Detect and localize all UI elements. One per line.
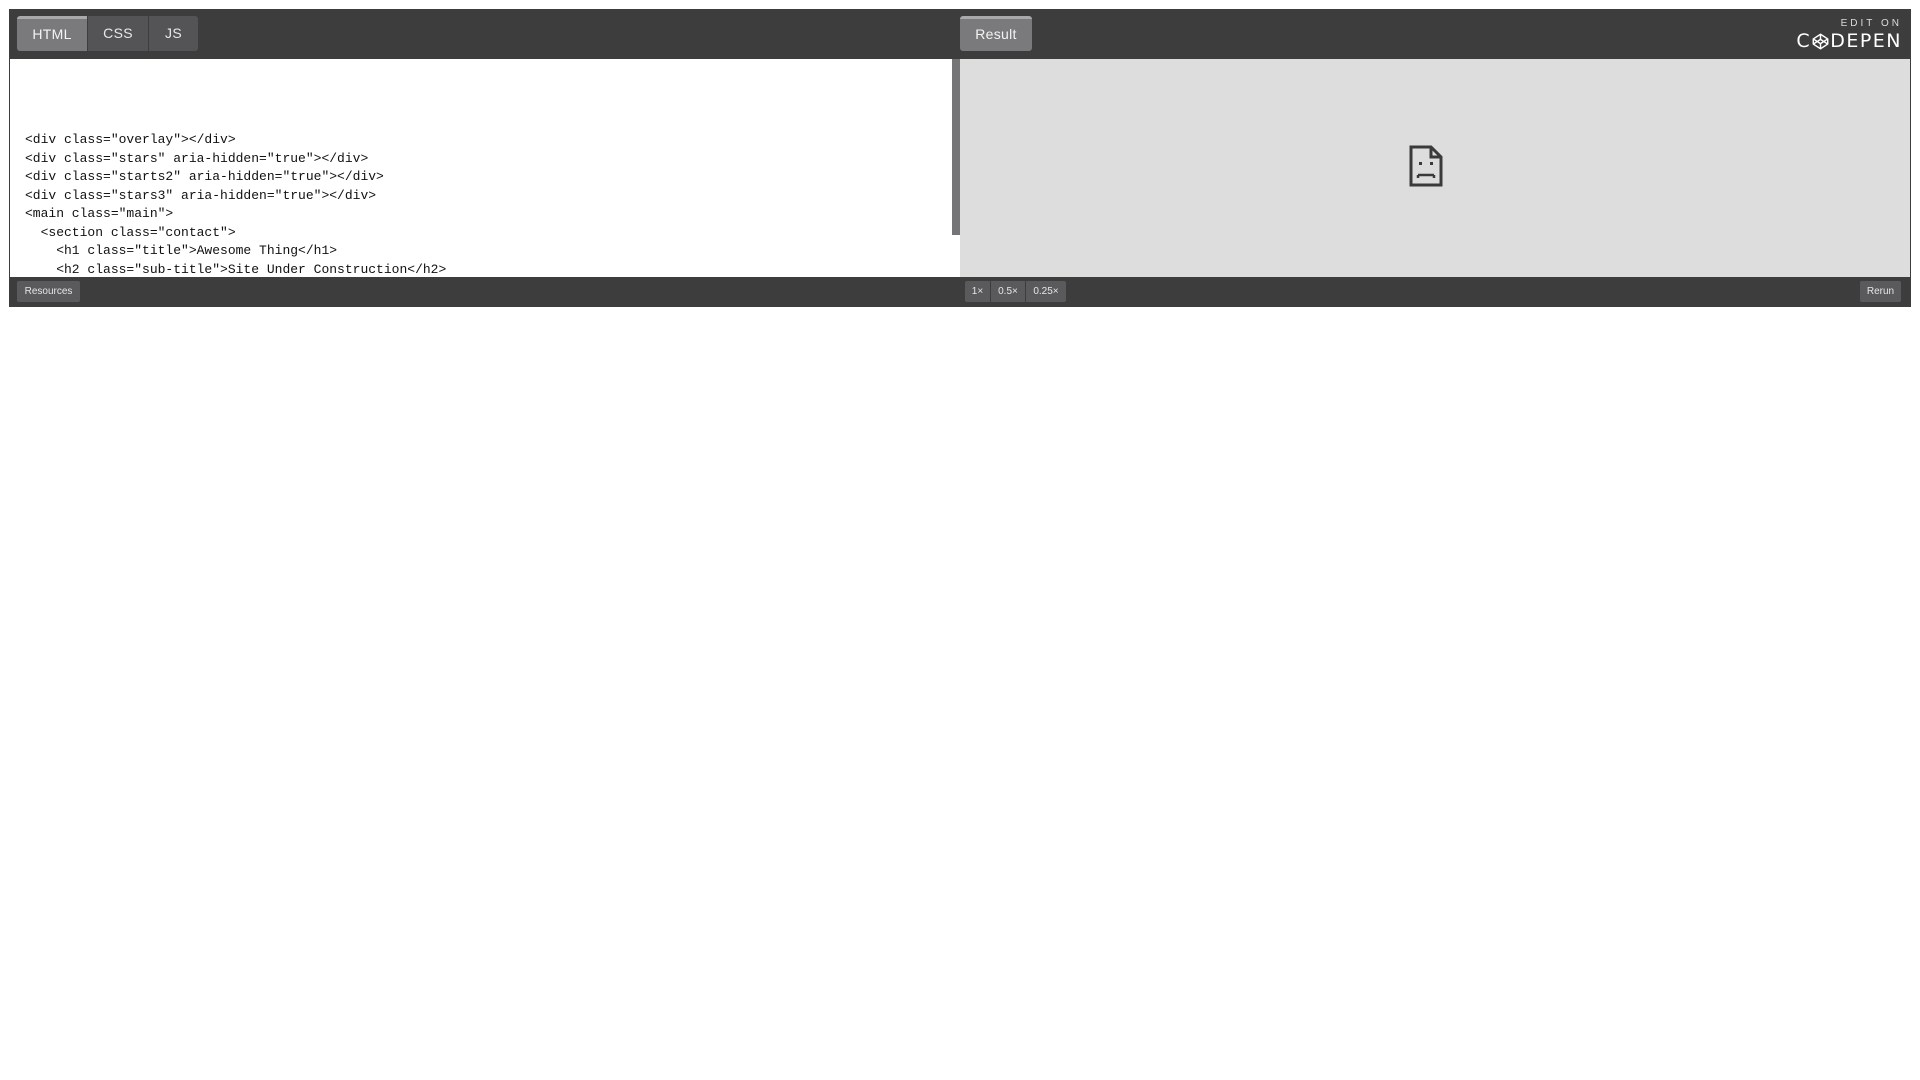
tab-css[interactable]: CSS [88,16,148,51]
code-line: <h1 class="title">Awesome Thing</h1> [25,243,338,258]
codepen-wordmark-suffix: DEPEN [1830,30,1902,52]
broken-page-icon [1409,145,1443,187]
code-line: <h2 class="sub-title">Site Under Constru… [25,261,447,277]
html-code-editor[interactable]: <div class="overlay"></div> <div class="s… [10,59,960,277]
edit-on-label: EDIT ON [1840,18,1902,29]
edit-on-codepen-link[interactable]: EDIT ON C DEPEN [1792,18,1902,52]
zoom-0-25x-button[interactable]: 0.25× [1026,281,1066,302]
code-line: <div class="starts2" aria-hidden="true">… [25,169,384,184]
code-lines: <div class="overlay"></div> <div class="s… [25,131,446,277]
code-line: <div class="overlay"></div> [25,132,236,147]
code-line: <section class="contact"> [25,224,236,240]
codepen-wordmark: C DEPEN [1792,31,1902,51]
zoom-0-5x-button[interactable]: 0.5× [991,281,1025,302]
tab-js[interactable]: JS [149,16,198,51]
resources-button[interactable]: Resources [17,281,80,302]
codepen-cube-icon [1812,33,1829,49]
code-line: <main class="main"> [25,206,174,221]
tab-html[interactable]: HTML [17,16,87,51]
top-toolbar: HTML CSS JS Result EDIT ON C DEPEN [9,9,1911,59]
codepen-wordmark-prefix: C [1796,30,1812,52]
tab-result[interactable]: Result [960,16,1032,51]
zoom-1x-button[interactable]: 1× [965,281,990,302]
result-preview [960,59,1910,277]
code-scrollbar[interactable] [952,59,960,235]
code-line: <div class="stars3" aria-hidden="true"><… [25,187,377,203]
rerun-button[interactable]: Rerun [1860,281,1901,302]
codepen-embed: HTML CSS JS Result EDIT ON C DEPEN <div … [9,9,1911,307]
bottom-toolbar: Resources 1× 0.5× 0.25× Rerun [9,277,1911,307]
code-line: <div class="stars" aria-hidden="true"></… [25,150,369,166]
